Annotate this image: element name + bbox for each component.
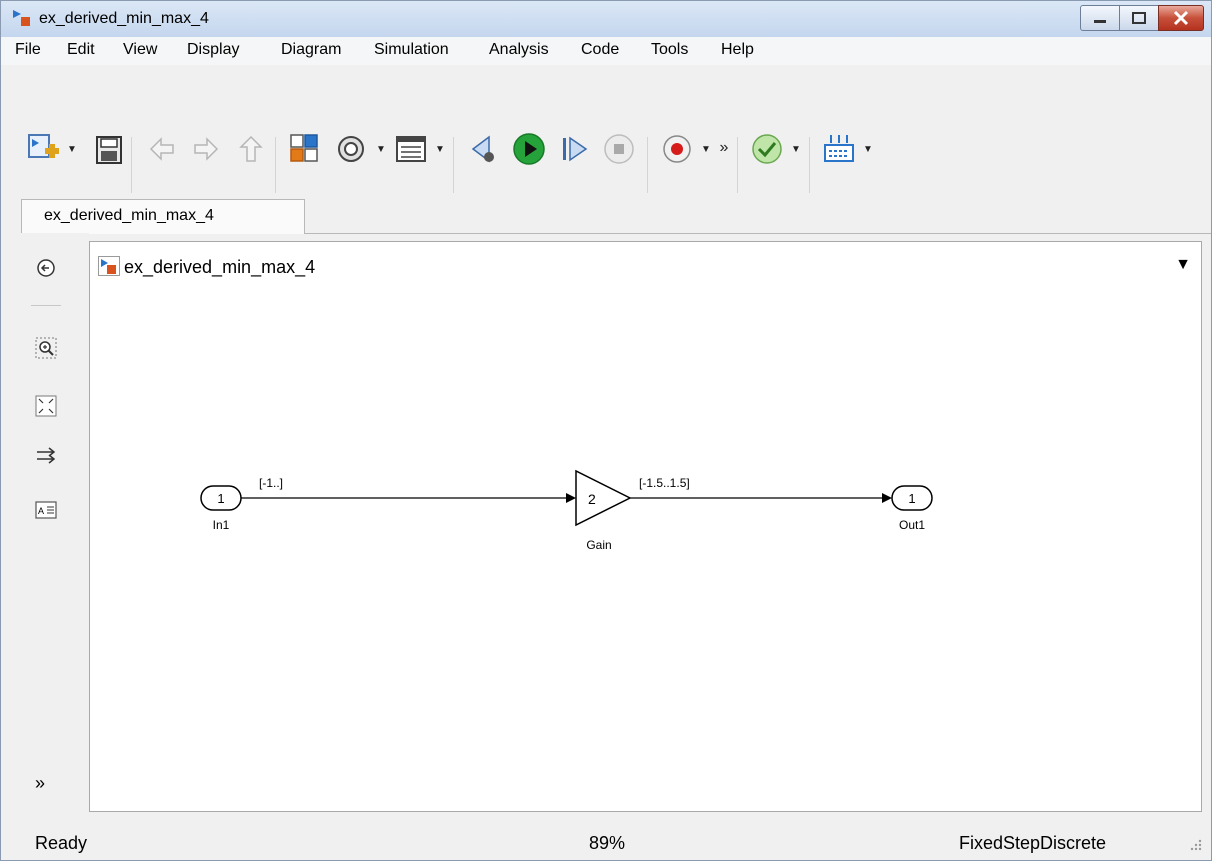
close-button[interactable]: [1158, 5, 1204, 31]
outport-number: 1: [908, 491, 915, 506]
step-forward-icon[interactable]: [555, 129, 595, 169]
left-palette: A »: [1, 233, 89, 825]
close-icon: [1173, 10, 1189, 26]
palette-divider: [31, 305, 61, 306]
model-advisor-icon[interactable]: [819, 129, 859, 169]
minimize-button[interactable]: [1080, 5, 1120, 31]
status-solver: FixedStepDiscrete: [959, 833, 1107, 853]
inport-name: In1: [213, 518, 230, 532]
tab-bar: ex_derived_min_max_4: [1, 193, 1211, 234]
back-icon[interactable]: [141, 129, 181, 169]
menu-view[interactable]: View: [123, 41, 157, 59]
tab-ex-derived-min-max-4[interactable]: ex_derived_min_max_4: [21, 199, 305, 234]
fit-to-view-icon[interactable]: [35, 395, 57, 417]
route-lines-icon[interactable]: [35, 445, 57, 467]
window-title: ex_derived_min_max_4: [39, 10, 209, 27]
address-dropdown-icon[interactable]: ▼: [1175, 256, 1191, 274]
model-config-dropdown-icon[interactable]: ▼: [374, 143, 388, 157]
menu-help[interactable]: Help: [721, 41, 754, 59]
signal-range-label-in1: [-1..]: [259, 476, 283, 490]
toolbar-separator: [131, 137, 132, 199]
address-bar[interactable]: ex_derived_min_max_4 ▼: [89, 241, 1202, 295]
model-canvas[interactable]: 1 In1 [-1..] 2 Gain [-1.5..1.5] 1 Out1: [89, 293, 1202, 812]
menu-diagram[interactable]: Diagram: [281, 41, 341, 59]
zoom-in-icon[interactable]: [35, 337, 57, 359]
new-model-icon[interactable]: [23, 129, 63, 169]
model-explorer-dropdown-icon[interactable]: ▼: [433, 143, 447, 157]
toolbar-overflow-icon[interactable]: »: [717, 140, 731, 156]
menu-analysis[interactable]: Analysis: [489, 41, 549, 59]
breadcrumb-model[interactable]: ex_derived_min_max_4: [124, 257, 315, 278]
library-browser-icon[interactable]: [285, 129, 325, 169]
minimize-icon: [1094, 20, 1106, 23]
signal-line-in1-gain[interactable]: [241, 493, 576, 503]
toolbar-separator: [647, 137, 648, 199]
expand-palette-icon[interactable]: »: [35, 773, 45, 794]
status-bar: Ready 89% FixedStepDiscrete: [1, 813, 1211, 860]
save-icon[interactable]: [89, 129, 129, 169]
menu-tools[interactable]: Tools: [651, 41, 688, 59]
inport-block[interactable]: 1 In1: [200, 485, 242, 532]
model-explorer-icon[interactable]: [391, 129, 431, 169]
menu-simulation[interactable]: Simulation: [374, 41, 449, 59]
new-model-dropdown-icon[interactable]: ▼: [65, 143, 79, 157]
annotation-icon[interactable]: A: [35, 499, 57, 521]
signal-range-label-gain: [-1.5..1.5]: [639, 476, 690, 490]
tab-label: ex_derived_min_max_4: [44, 207, 214, 224]
toolbar-separator: [453, 137, 454, 199]
gain-block[interactable]: 2 Gain: [575, 469, 632, 552]
block-diagram: 1 In1 [-1..] 2 Gain [-1.5..1.5] 1 Out1: [200, 469, 933, 552]
status-state: Ready: [35, 833, 88, 853]
gain-name: Gain: [586, 538, 611, 552]
run-icon[interactable]: [509, 129, 549, 169]
toolbar-separator: [737, 137, 738, 199]
restore-button[interactable]: [1119, 5, 1159, 31]
model-advisor-dropdown-icon[interactable]: ▼: [861, 143, 875, 157]
simulink-window: ex_derived_min_max_4 File Edit View Disp…: [0, 0, 1212, 861]
menu-code[interactable]: Code: [581, 41, 619, 59]
outport-name: Out1: [899, 518, 925, 532]
outport-block[interactable]: 1 Out1: [891, 485, 933, 532]
menu-display[interactable]: Display: [187, 41, 239, 59]
up-icon[interactable]: [231, 129, 271, 169]
restore-icon: [1132, 12, 1146, 24]
toolbar-separator: [275, 137, 276, 199]
gain-value: 2: [588, 491, 596, 507]
toolbar: ▼ ▼ ▼ ▼ » ▼ ▼: [1, 65, 1211, 199]
step-back-icon[interactable]: [463, 129, 503, 169]
menu-edit[interactable]: Edit: [67, 41, 95, 59]
signal-line-gain-out1[interactable]: [630, 493, 892, 503]
check-icon[interactable]: [747, 129, 787, 169]
title-bar: ex_derived_min_max_4: [1, 1, 1211, 38]
forward-icon[interactable]: [187, 129, 227, 169]
simulink-model-icon: [13, 10, 30, 26]
stop-icon[interactable]: [599, 129, 639, 169]
model-config-icon[interactable]: [331, 129, 371, 169]
record-icon[interactable]: [657, 129, 697, 169]
record-dropdown-icon[interactable]: ▼: [699, 143, 713, 157]
check-dropdown-icon[interactable]: ▼: [789, 143, 803, 157]
menu-file[interactable]: File: [15, 41, 41, 59]
hide-browser-icon[interactable]: [35, 257, 57, 279]
svg-text:A: A: [38, 506, 44, 516]
model-breadcrumb-icon: [98, 256, 120, 276]
menu-bar: File Edit View Display Diagram Simulatio…: [1, 37, 1211, 65]
status-zoom: 89%: [589, 833, 626, 853]
inport-number: 1: [217, 491, 224, 506]
resize-grip-icon[interactable]: [1187, 836, 1203, 852]
toolbar-separator: [809, 137, 810, 199]
